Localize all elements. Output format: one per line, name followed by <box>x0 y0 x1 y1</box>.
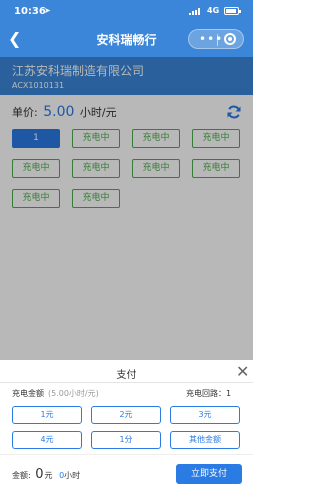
pay-now-button[interactable]: 立即支付 <box>176 464 242 484</box>
other-amount-option[interactable]: 其他金额 <box>170 431 240 449</box>
footer-divider <box>0 454 253 455</box>
amount-hint: (5.00小时/元) <box>48 389 99 398</box>
hours-unit: 小时 <box>64 471 81 480</box>
modal-overlay[interactable] <box>0 57 253 360</box>
payment-sheet: 支付 ✕ 充电金额 (5.00小时/元) 充电回路：1 1元 2元 3元 4元 1… <box>0 360 253 497</box>
status-bar: 10:36 ➤ 4G <box>0 0 253 22</box>
sheet-divider <box>0 382 253 383</box>
top-bar: 10:36 ➤ 4G ❮ 安科瑞畅行 ••• <box>0 0 253 57</box>
close-icon[interactable]: ✕ <box>236 362 249 381</box>
sheet-title: 支付 <box>116 370 137 381</box>
mini-program-capsule[interactable]: ••• <box>188 29 244 49</box>
amount-label-text: 充电金额 <box>12 389 44 398</box>
status-time: 10:36 <box>14 6 46 17</box>
total-amount: 金额: 0元 0小时 <box>12 467 80 482</box>
total-value: 0 <box>35 467 44 482</box>
amount-option[interactable]: 1元 <box>12 406 82 424</box>
amount-option[interactable]: 1分 <box>91 431 161 449</box>
close-target-icon[interactable] <box>224 33 236 45</box>
battery-icon <box>224 7 241 15</box>
charging-circuit: 充电回路：1 <box>186 389 232 398</box>
amount-option[interactable]: 2元 <box>91 406 161 424</box>
amount-option[interactable]: 4元 <box>12 431 82 449</box>
network-type: 4G <box>207 6 220 15</box>
total-unit: 元 <box>44 471 53 480</box>
amount-option[interactable]: 3元 <box>170 406 240 424</box>
total-label: 金额: <box>12 471 31 480</box>
signal-icon <box>189 8 203 15</box>
nav-bar: ❮ 安科瑞畅行 ••• <box>0 22 253 57</box>
capsule-divider <box>217 34 218 46</box>
more-icon[interactable]: ••• <box>199 33 223 45</box>
amount-label: 充电金额 (5.00小时/元) <box>12 388 99 399</box>
location-arrow-icon: ➤ <box>44 6 51 15</box>
